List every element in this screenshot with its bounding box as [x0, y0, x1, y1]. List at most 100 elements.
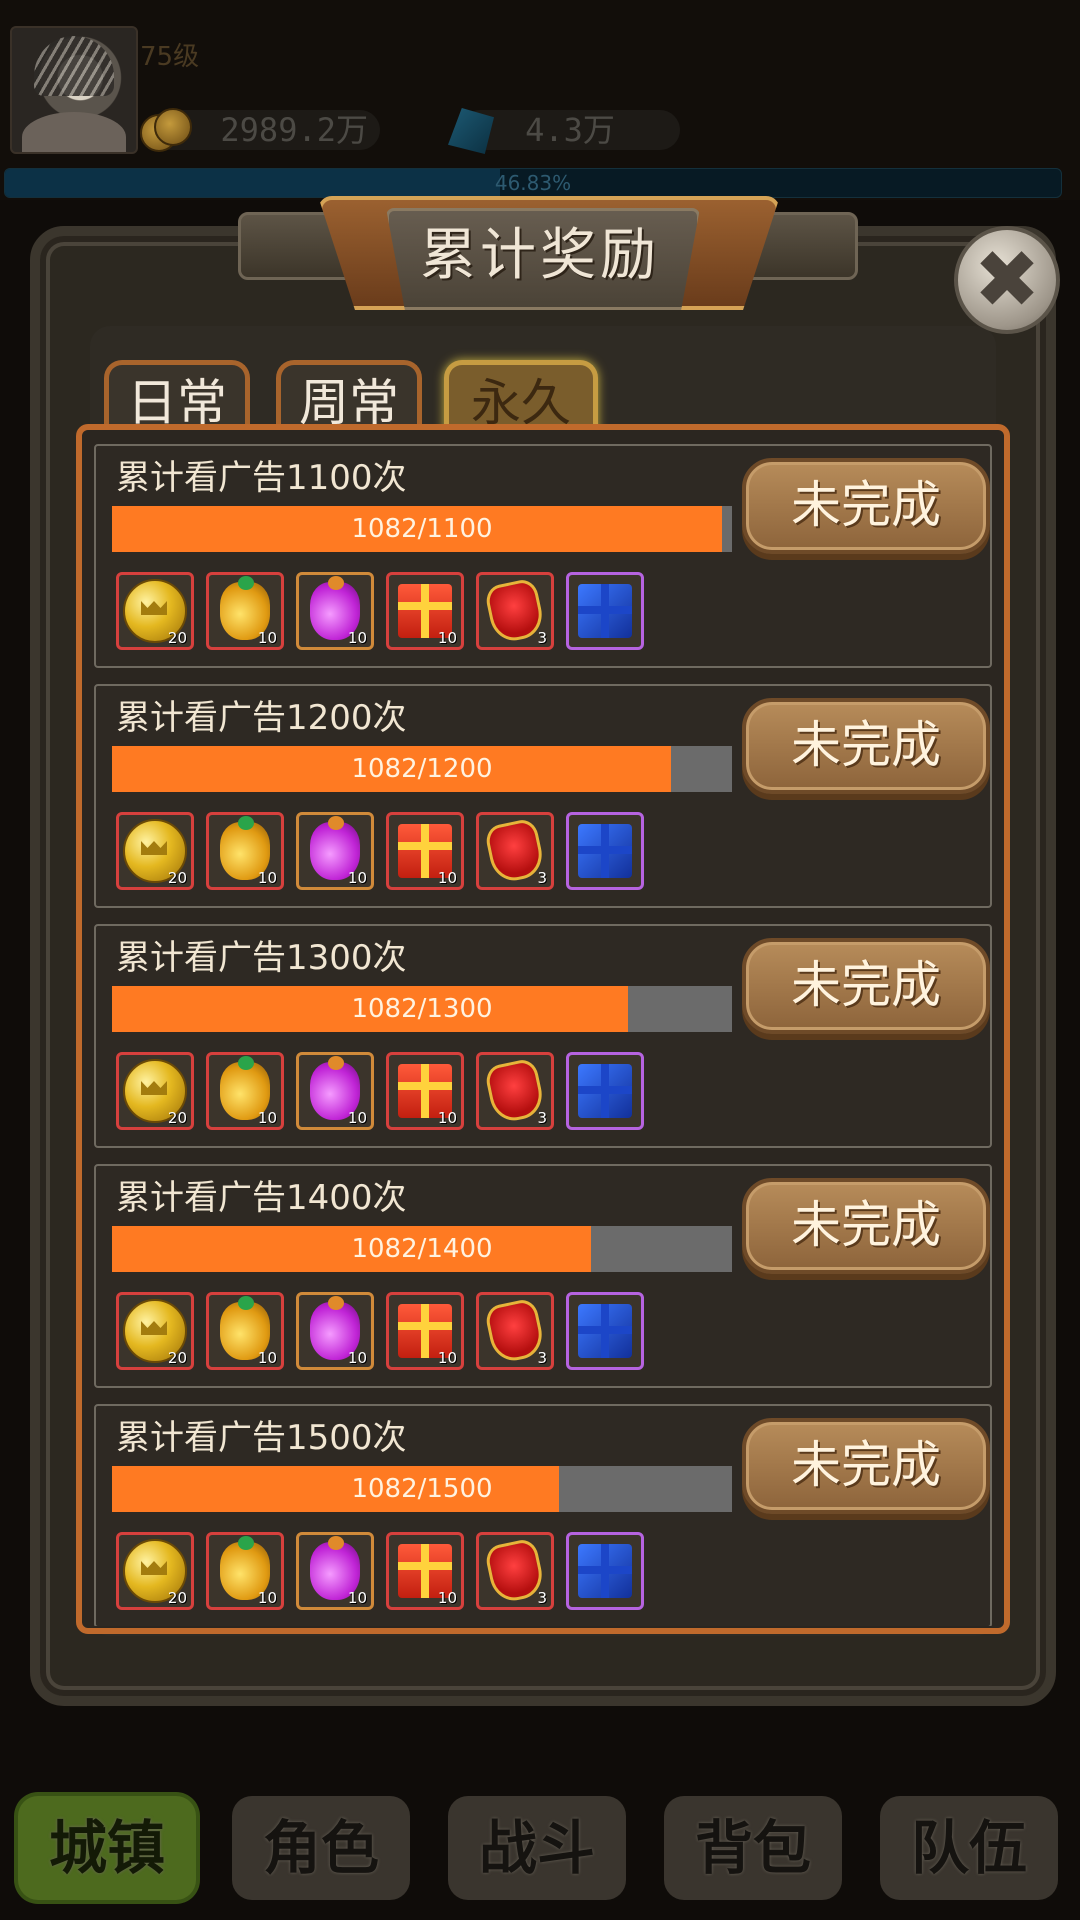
- reward-quantity: 20: [167, 629, 187, 647]
- experience-percent: 46.83%: [494, 171, 572, 195]
- reward-quantity: 10: [347, 629, 367, 647]
- reward-quantity: 10: [257, 1349, 277, 1367]
- nav-backpack-button[interactable]: 背包: [664, 1796, 842, 1900]
- reward-quantity: 3: [537, 1589, 547, 1607]
- reward-item[interactable]: [566, 1532, 644, 1610]
- task-progress-text: 1082/1500: [351, 1474, 493, 1504]
- task-status-button[interactable]: 未完成: [742, 938, 990, 1034]
- reward-quantity: 10: [437, 629, 457, 647]
- reward-item[interactable]: 20: [116, 572, 194, 650]
- reward-item[interactable]: 3: [476, 1052, 554, 1130]
- reward-item[interactable]: 10: [296, 1292, 374, 1370]
- task-progress-bar: 1082/1500: [112, 1466, 732, 1512]
- blue-gift-box-icon: [578, 824, 632, 878]
- experience-bar: 46.83%: [4, 168, 1062, 198]
- reward-quantity: 10: [347, 1109, 367, 1127]
- task-card: 累计看广告1500次 1082/1500 20 10 10 10 3 未完成: [94, 1404, 992, 1626]
- blue-gift-box-icon: [578, 1064, 632, 1118]
- reward-item[interactable]: 10: [386, 1052, 464, 1130]
- nav-town-button[interactable]: 城镇: [18, 1796, 196, 1900]
- player-level: 75级: [140, 42, 200, 72]
- task-card: 累计看广告1200次 1082/1200 20 10 10 10 3 未完成: [94, 684, 992, 908]
- reward-item[interactable]: 10: [386, 812, 464, 890]
- reward-quantity: 10: [347, 1589, 367, 1607]
- reward-item[interactable]: 3: [476, 572, 554, 650]
- dialog-title: 累计奖励: [420, 223, 660, 288]
- reward-quantity: 20: [167, 869, 187, 887]
- reward-item[interactable]: 20: [116, 812, 194, 890]
- task-progress-text: 1082/1200: [351, 754, 493, 784]
- nav-team-button[interactable]: 队伍: [880, 1796, 1058, 1900]
- reward-quantity: 20: [167, 1349, 187, 1367]
- task-progress-bar: 1082/1100: [112, 506, 732, 552]
- blue-gift-box-icon: [578, 1544, 632, 1598]
- blue-gift-box-icon: [578, 584, 632, 638]
- reward-quantity: 10: [347, 869, 367, 887]
- top-hud: 75级 2989.2万 4.3万 46.83%: [0, 0, 1080, 200]
- task-title: 累计看广告1300次: [116, 938, 407, 978]
- reward-item[interactable]: 10: [296, 1052, 374, 1130]
- reward-item[interactable]: 20: [116, 1052, 194, 1130]
- reward-item[interactable]: 10: [386, 1292, 464, 1370]
- close-icon: ✖: [973, 233, 1041, 326]
- task-title: 累计看广告1200次: [116, 698, 407, 738]
- reward-item[interactable]: 3: [476, 1292, 554, 1370]
- reward-item[interactable]: 10: [206, 812, 284, 890]
- reward-quantity: 3: [537, 1109, 547, 1127]
- task-title: 累计看广告1500次: [116, 1418, 407, 1458]
- reward-quantity: 20: [167, 1109, 187, 1127]
- task-card: 累计看广告1300次 1082/1300 20 10 10 10 3 未完成: [94, 924, 992, 1148]
- reward-item[interactable]: [566, 572, 644, 650]
- task-list-frame: 累计看广告1100次 1082/1100 20 10 10 10 3 未完成 累计看广告1200…: [76, 424, 1010, 1634]
- reward-quantity: 3: [537, 629, 547, 647]
- reward-item[interactable]: 10: [206, 1532, 284, 1610]
- reward-item[interactable]: 10: [386, 572, 464, 650]
- player-avatar[interactable]: [10, 26, 138, 154]
- nav-battle-button[interactable]: 战斗: [448, 1796, 626, 1900]
- task-status-button[interactable]: 未完成: [742, 698, 990, 794]
- task-progress-bar: 1082/1400: [112, 1226, 732, 1272]
- blue-gift-box-icon: [578, 1304, 632, 1358]
- task-progress-text: 1082/1100: [351, 514, 493, 544]
- task-status-button[interactable]: 未完成: [742, 458, 990, 554]
- task-status-button[interactable]: 未完成: [742, 1178, 990, 1274]
- task-progress-text: 1082/1400: [351, 1234, 493, 1264]
- reward-quantity: 10: [437, 869, 457, 887]
- reward-quantity: 10: [437, 1589, 457, 1607]
- task-card: 累计看广告1400次 1082/1400 20 10 10 10 3 未完成: [94, 1164, 992, 1388]
- task-progress-bar: 1082/1200: [112, 746, 732, 792]
- reward-item[interactable]: [566, 1292, 644, 1370]
- reward-item[interactable]: 3: [476, 1532, 554, 1610]
- reward-quantity: 3: [537, 869, 547, 887]
- reward-quantity: 3: [537, 1349, 547, 1367]
- task-list[interactable]: 累计看广告1100次 1082/1100 20 10 10 10 3 未完成 累计看广告1200…: [94, 444, 992, 1626]
- task-progress-bar: 1082/1300: [112, 986, 732, 1032]
- task-title: 累计看广告1400次: [116, 1178, 407, 1218]
- reward-item[interactable]: [566, 812, 644, 890]
- task-card: 累计看广告1100次 1082/1100 20 10 10 10 3 未完成: [94, 444, 992, 668]
- reward-quantity: 10: [437, 1349, 457, 1367]
- reward-item[interactable]: 10: [206, 572, 284, 650]
- reward-item[interactable]: 10: [386, 1532, 464, 1610]
- close-button[interactable]: ✖: [954, 226, 1060, 334]
- reward-item[interactable]: [566, 1052, 644, 1130]
- reward-item[interactable]: 10: [296, 812, 374, 890]
- reward-item[interactable]: 3: [476, 812, 554, 890]
- reward-quantity: 10: [347, 1349, 367, 1367]
- reward-item[interactable]: 10: [296, 1532, 374, 1610]
- gem-amount: 4.3万: [460, 110, 680, 150]
- task-progress-text: 1082/1300: [351, 994, 493, 1024]
- task-title: 累计看广告1100次: [116, 458, 407, 498]
- reward-quantity: 10: [437, 1109, 457, 1127]
- reward-item[interactable]: 10: [206, 1292, 284, 1370]
- reward-item[interactable]: 10: [296, 572, 374, 650]
- nav-character-button[interactable]: 角色: [232, 1796, 410, 1900]
- reward-quantity: 20: [167, 1589, 187, 1607]
- reward-quantity: 10: [257, 1589, 277, 1607]
- reward-item[interactable]: 20: [116, 1532, 194, 1610]
- reward-quantity: 10: [257, 629, 277, 647]
- gold-coins-icon: [140, 106, 196, 152]
- task-status-button[interactable]: 未完成: [742, 1418, 990, 1514]
- reward-item[interactable]: 20: [116, 1292, 194, 1370]
- reward-item[interactable]: 10: [206, 1052, 284, 1130]
